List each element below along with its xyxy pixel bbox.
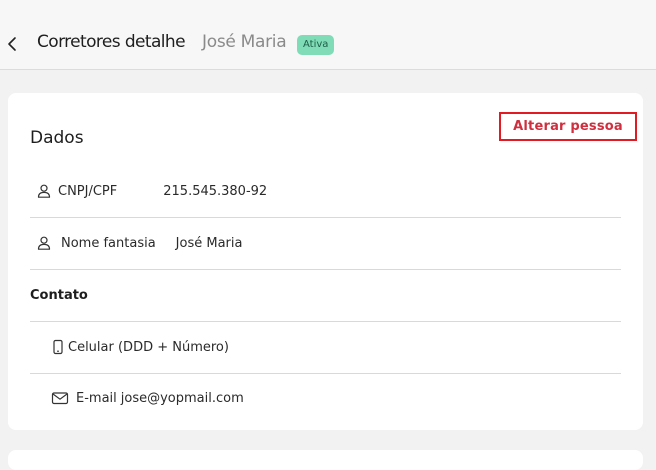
contact-section-title: Contato — [30, 269, 621, 322]
person-icon — [37, 236, 51, 250]
mail-icon — [51, 392, 69, 405]
contact-label-phone: Celular (DDD + Número) — [68, 339, 229, 355]
page-title: Corretores detalhe — [37, 32, 186, 52]
field-row-nome-fantasia: Nome fantasia José Maria — [30, 217, 621, 270]
alter-person-button[interactable]: Alterar pessoa — [499, 112, 637, 141]
details-card: Dados Alterar pessoa CNPJ/CPF 215.545.38… — [8, 93, 643, 430]
page-header: Corretores detalhe José Maria Ativa — [0, 0, 656, 70]
person-name: José Maria — [202, 32, 287, 52]
section-title-dados: Dados — [30, 128, 84, 148]
field-value-cnpj-cpf: 215.545.380-92 — [163, 183, 268, 199]
person-icon — [37, 184, 51, 198]
contact-row-phone: Celular (DDD + Número) — [30, 321, 621, 374]
status-badge: Ativa — [297, 35, 335, 55]
phone-icon — [53, 339, 63, 355]
field-value-nome-fantasia: José Maria — [175, 235, 243, 251]
next-card — [8, 450, 643, 470]
contact-label-email: E-mail — [76, 390, 117, 406]
contact-row-email: E-mail jose@yopmail.com — [30, 372, 621, 424]
contact-value-email: jose@yopmail.com — [120, 390, 244, 406]
field-row-cnpj-cpf: CNPJ/CPF 215.545.380-92 — [30, 165, 621, 218]
field-label-cnpj-cpf: CNPJ/CPF — [58, 183, 118, 199]
field-label-nome-fantasia: Nome fantasia — [61, 235, 156, 251]
chevron-left-icon[interactable] — [6, 34, 18, 54]
